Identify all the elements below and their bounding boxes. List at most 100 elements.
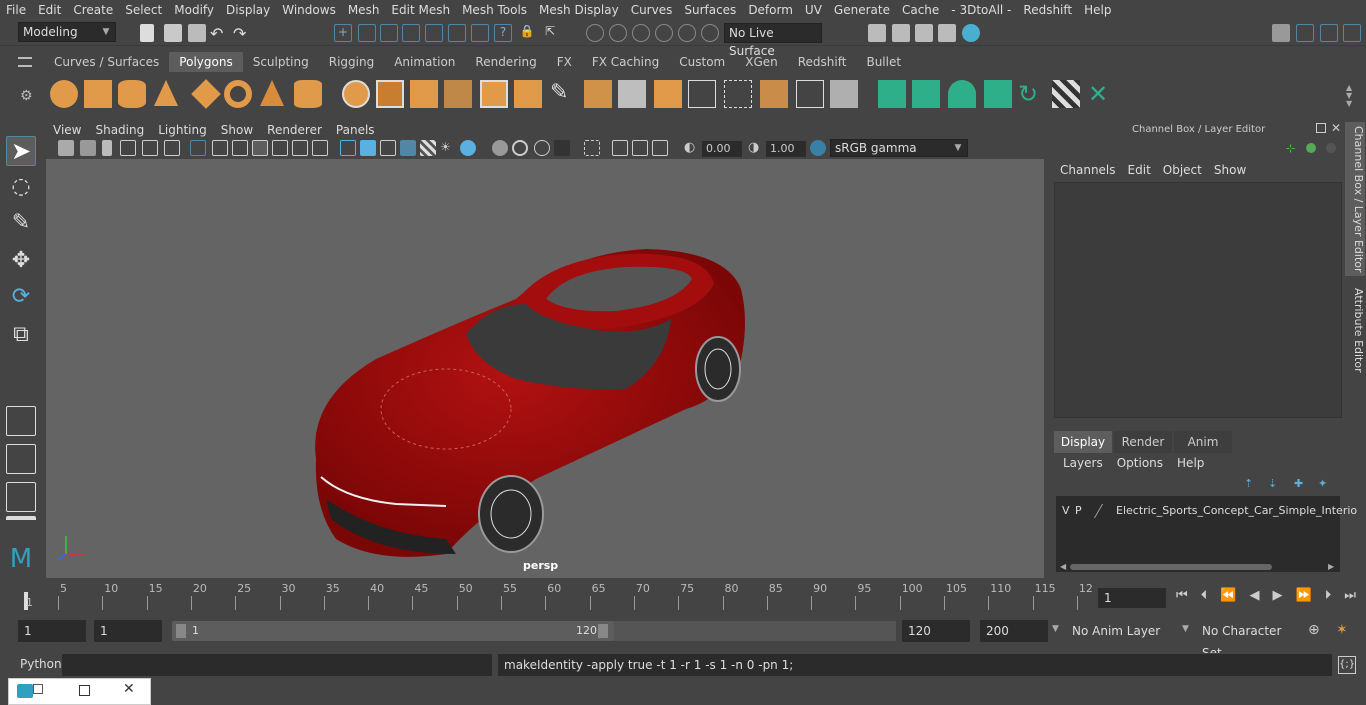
side-tab-channel-box[interactable]: Channel Box / Layer Editor [1345, 122, 1365, 276]
fill-hole-icon[interactable] [654, 80, 682, 108]
smooth-shade-icon[interactable] [360, 140, 376, 156]
vp-menu-shading[interactable]: Shading [88, 120, 151, 140]
menu-generate[interactable]: Generate [828, 0, 896, 20]
lasso-icon[interactable] [358, 24, 376, 42]
snap-live-icon[interactable] [701, 24, 719, 42]
four-view-icon[interactable] [6, 444, 36, 474]
tab-sculpting[interactable]: Sculpting [243, 52, 319, 72]
channelbox-toggle-icon[interactable] [1343, 24, 1361, 42]
car-model[interactable] [46, 159, 1044, 578]
triangulate-icon[interactable] [796, 80, 824, 108]
select-component-icon[interactable] [448, 24, 466, 42]
range-slider[interactable]: 1 120 [172, 621, 614, 641]
scroll-right-icon[interactable]: ▶ [1328, 562, 1336, 572]
cb-menu-object[interactable]: Object [1157, 161, 1208, 179]
uv-unfold-icon[interactable]: ↻ [1018, 80, 1046, 108]
render-settings-icon[interactable] [938, 24, 956, 42]
attribute-toggle-icon[interactable] [1320, 24, 1338, 42]
channel-list[interactable] [1054, 182, 1342, 418]
layer-row[interactable]: V P Electric_Sports_Concept_Car_Simple_I… [1058, 502, 1357, 520]
gear-icon[interactable]: ⚙ [20, 88, 36, 104]
vp-menu-renderer[interactable]: Renderer [260, 120, 329, 140]
separate-icon[interactable] [376, 80, 404, 108]
le-menu-options[interactable]: Options [1110, 454, 1170, 472]
tab-fx-caching[interactable]: FX Caching [582, 52, 669, 72]
tab-animation[interactable]: Animation [384, 52, 465, 72]
safe-title-icon[interactable] [312, 140, 328, 156]
extrude-icon[interactable] [514, 80, 542, 108]
tab-display[interactable]: Display [1054, 431, 1112, 453]
uv-cylindrical-icon[interactable] [912, 80, 940, 108]
menu-3dtoall[interactable]: - 3DtoAll - [945, 0, 1017, 20]
side-tab-attribute-editor[interactable]: Attribute Editor [1345, 282, 1365, 378]
smooth-icon[interactable] [444, 80, 472, 108]
two-view-icon[interactable] [6, 482, 36, 512]
tab-redshift[interactable]: Redshift [788, 52, 857, 72]
step-back-icon[interactable]: ⏴ [1201, 588, 1208, 608]
uv-automatic-icon[interactable] [984, 80, 1012, 108]
snap-grid-icon[interactable] [586, 24, 604, 42]
multicut-icon[interactable]: ✎ [550, 80, 578, 108]
xray-icon[interactable] [492, 140, 508, 156]
tab-rendering[interactable]: Rendering [465, 52, 546, 72]
le-menu-layers[interactable]: Layers [1056, 454, 1110, 472]
image-plane-icon[interactable] [120, 140, 136, 156]
camera-icon[interactable] [58, 140, 74, 156]
le-menu-help[interactable]: Help [1170, 454, 1211, 472]
camera-attributes-icon[interactable] [80, 140, 96, 156]
paint-tool-icon[interactable]: ✎ [6, 210, 36, 240]
resolution-gate-icon[interactable] [232, 140, 248, 156]
outliner-toggle-icon[interactable] [1296, 24, 1314, 42]
undo-icon[interactable]: ↶ [210, 24, 228, 43]
menu-edit[interactable]: Edit [32, 0, 67, 20]
poly-cube-icon[interactable] [84, 80, 112, 108]
go-to-start-icon[interactable]: ⏮ [1176, 588, 1188, 608]
hypershade-icon[interactable] [962, 24, 980, 42]
uv-planar-icon[interactable] [878, 80, 906, 108]
layer-scrollbar[interactable] [1070, 564, 1272, 570]
restore-icon[interactable] [33, 684, 43, 694]
poly-cone-icon[interactable] [154, 80, 178, 106]
cb-menu-channels[interactable]: Channels [1054, 161, 1122, 179]
time-slider[interactable]: 1 5 10 15 20 25 30 35 40 45 50 55 60 65 70 75 80 85 90 95 1… [20, 582, 1093, 612]
menu-uv[interactable]: UV [799, 0, 828, 20]
mirror-icon[interactable] [410, 80, 438, 108]
new-layer-icon[interactable]: ✚ [1294, 477, 1308, 490]
tab-polygons[interactable]: Polygons [169, 52, 243, 72]
lock-icon[interactable]: 🔒 [518, 24, 536, 42]
menu-edit-mesh[interactable]: Edit Mesh [385, 0, 456, 20]
menu-create[interactable]: Create [67, 0, 119, 20]
new-layer-selected-icon[interactable]: ✦ [1318, 477, 1332, 490]
gamma-icon[interactable]: ◑ [748, 140, 764, 156]
xray-joints-icon[interactable] [512, 140, 528, 156]
select-arrow-icon[interactable]: ➤ [6, 136, 36, 166]
cb-menu-edit[interactable]: Edit [1122, 161, 1157, 179]
select-uv-icon[interactable] [471, 24, 489, 42]
range-start-handle[interactable] [176, 624, 186, 638]
pencil-icon[interactable] [164, 140, 180, 156]
layout-icon[interactable] [6, 516, 36, 546]
layer-playback-toggle[interactable]: P [1075, 504, 1082, 517]
command-input[interactable] [62, 654, 492, 676]
snap-view-icon[interactable] [655, 24, 673, 42]
film-gate-icon[interactable] [212, 140, 228, 156]
merge-icon[interactable] [688, 80, 716, 108]
go-to-end-icon[interactable]: ⏭ [1344, 588, 1356, 608]
move-layer-up-icon[interactable]: ⇡ [1244, 477, 1258, 490]
ipr-render-icon[interactable] [915, 24, 933, 42]
menu-display[interactable]: Display [220, 0, 276, 20]
shadows-icon[interactable] [460, 140, 476, 156]
start-time-field[interactable]: 1 [18, 620, 86, 642]
shelf-scroll-icon[interactable]: ▲ ▼ ▼ [1346, 84, 1356, 108]
extract-icon[interactable] [760, 80, 788, 108]
poly-sphere-icon[interactable] [50, 80, 78, 108]
menu-deform[interactable]: Deform [742, 0, 799, 20]
range-end-handle[interactable] [598, 624, 608, 638]
playback-end-field[interactable]: 120 [902, 620, 970, 642]
step-forward-key-icon[interactable]: ⏩ [1296, 588, 1312, 608]
isolate-select-icon[interactable] [584, 140, 600, 156]
playback-prefs-icon[interactable]: ✶ [1336, 622, 1348, 638]
vp-menu-panels[interactable]: Panels [329, 120, 382, 140]
menu-select[interactable]: Select [119, 0, 168, 20]
step-back-key-icon[interactable]: ⏪ [1220, 588, 1236, 608]
